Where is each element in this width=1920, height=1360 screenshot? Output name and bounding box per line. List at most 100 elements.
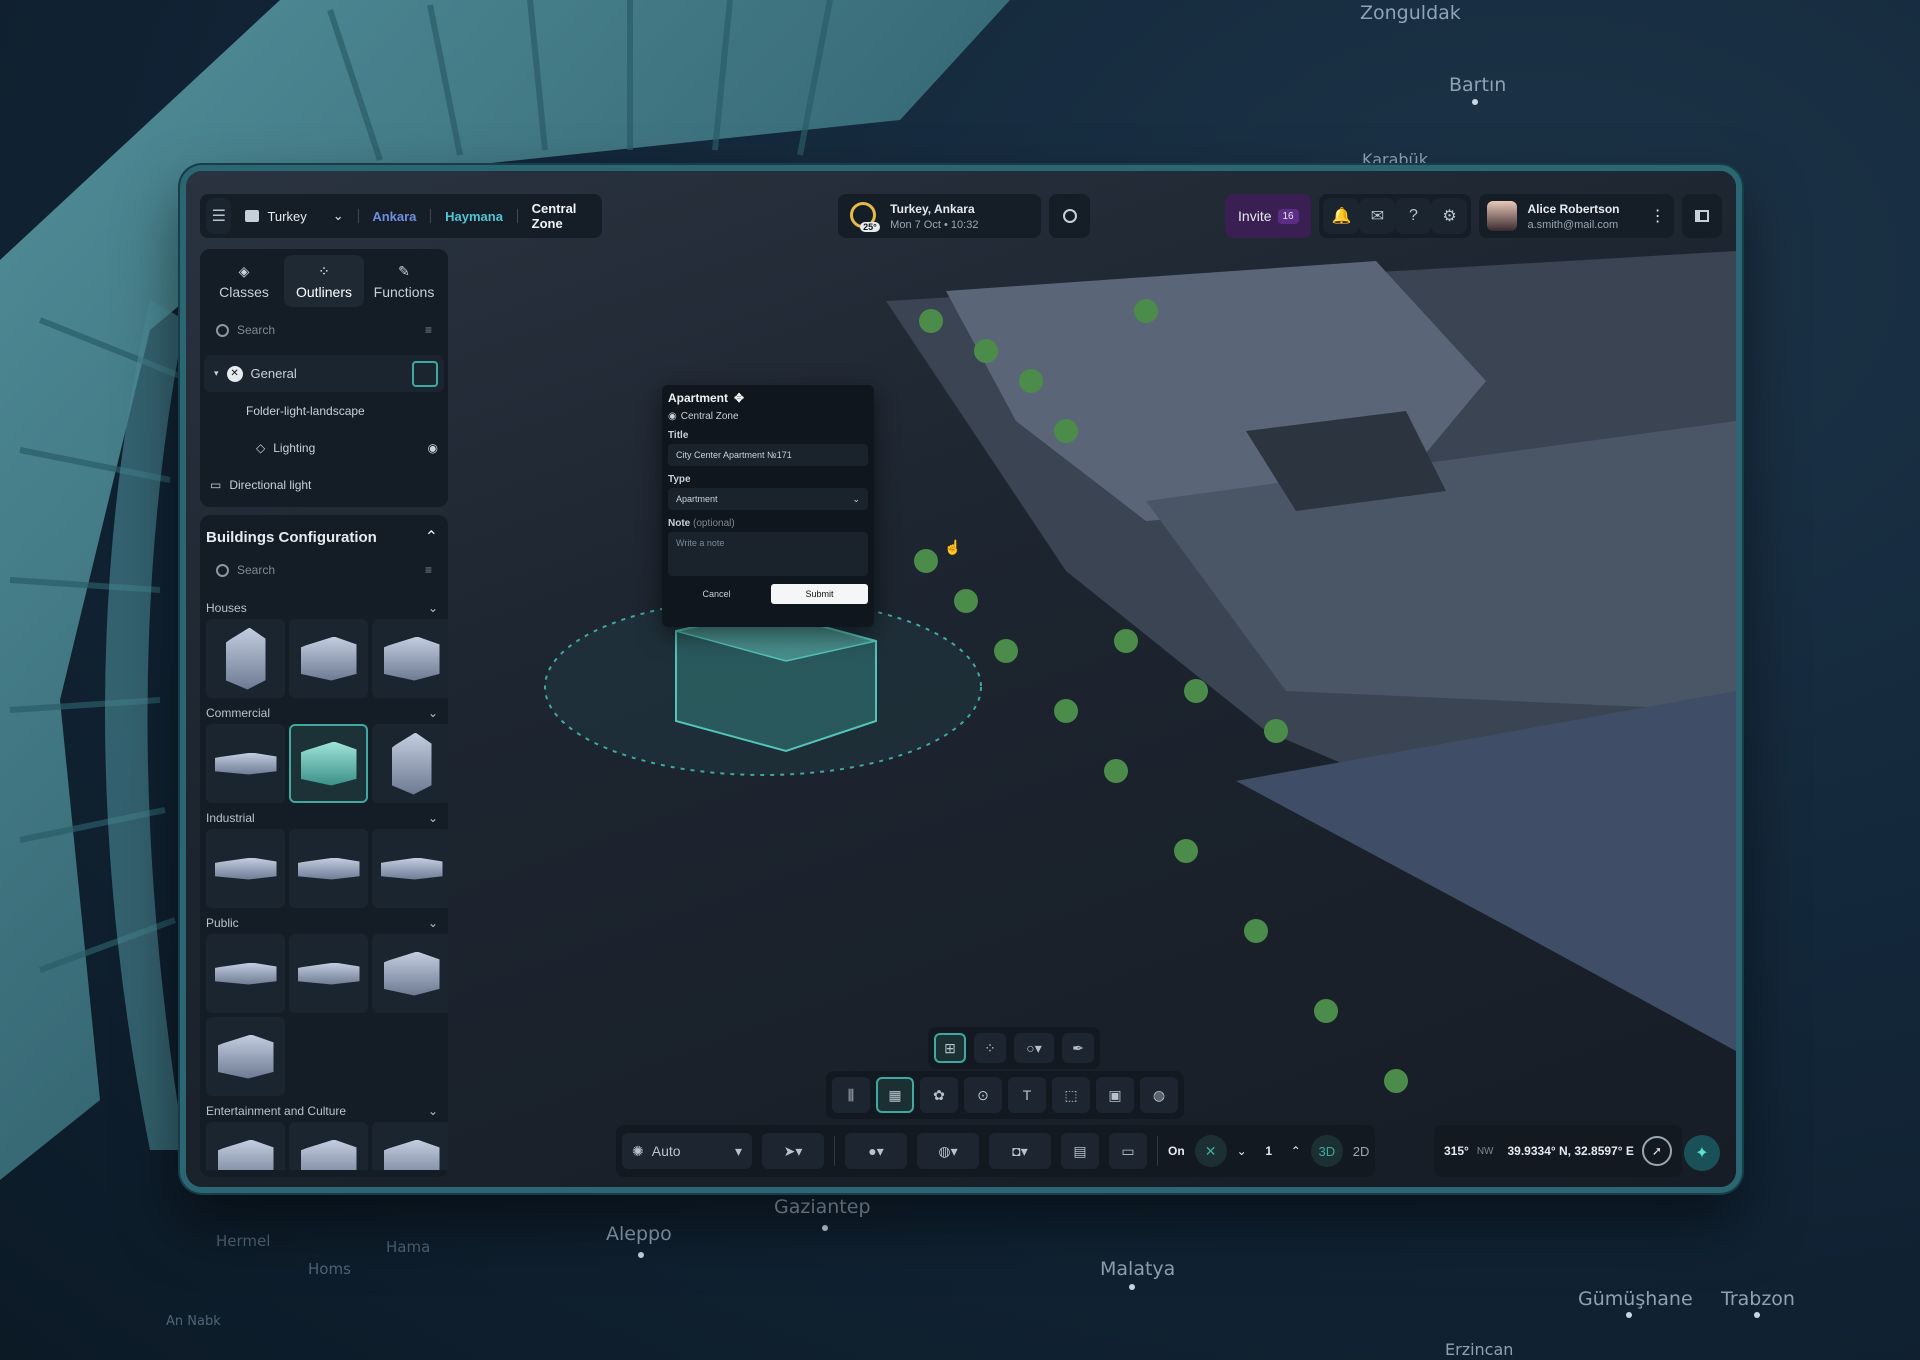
building-thumbnail-selected[interactable]	[289, 724, 368, 803]
comment-icon: ▭	[1121, 1142, 1135, 1159]
search-input[interactable]: Search	[237, 563, 417, 577]
eye-icon[interactable]: ◉	[428, 441, 438, 455]
tree-item-directional-light[interactable]: ▭ Directional light	[200, 466, 448, 503]
grid-view-button[interactable]: ⁘	[974, 1033, 1006, 1063]
tree-item-folder[interactable]: Folder-light-landscape	[200, 392, 448, 429]
breadcrumb-zone[interactable]: Central Zone	[524, 201, 596, 231]
temperature-badge: 25°	[860, 222, 880, 232]
buildings-search[interactable]: Search ≡	[208, 553, 440, 587]
building-thumbnail[interactable]	[206, 1122, 285, 1170]
location-tool-button[interactable]: ●▾	[845, 1133, 907, 1169]
chevron-up-icon[interactable]: ⌃	[425, 527, 438, 547]
building-thumbnail[interactable]	[206, 724, 285, 803]
building-thumbnail[interactable]	[206, 619, 285, 698]
panel-toggle-button[interactable]	[1681, 194, 1722, 238]
category-commercial[interactable]: Commercial ⌄	[200, 700, 448, 722]
search-input[interactable]: Search	[237, 323, 417, 337]
close-circle-icon[interactable]: ✕	[226, 365, 243, 382]
category-entertainment[interactable]: Entertainment and Culture ⌄	[200, 1098, 448, 1120]
ai-assistant-button[interactable]: ✦	[1684, 1135, 1720, 1171]
building-thumbnail[interactable]	[372, 1122, 448, 1170]
chevron-down-icon[interactable]: ⌄	[1237, 1144, 1247, 1158]
tab-outliners[interactable]: ⁘ Outliners	[284, 255, 364, 307]
weather-time: 10:32	[950, 218, 979, 231]
tab-classes[interactable]: ◈ Classes	[204, 255, 284, 307]
weather-widget[interactable]: 25° Turkey, Ankara Mon 7 Oct • 10:32	[838, 194, 1042, 238]
user-email: a.smith@mail.com	[1527, 218, 1619, 231]
panel-icon[interactable]	[412, 360, 438, 387]
shape-select-button[interactable]: ○▾	[1014, 1033, 1054, 1063]
building-thumbnail[interactable]	[372, 619, 448, 698]
filter-icon[interactable]: ≡	[425, 563, 432, 577]
comment-button[interactable]: ▭	[1109, 1133, 1147, 1169]
compass-icon[interactable]: ➚	[1641, 1136, 1672, 1166]
level-value: 1	[1265, 1144, 1273, 1158]
country-label: Turkey	[267, 208, 307, 224]
outliner-search[interactable]: Search ≡	[208, 313, 440, 347]
building-thumbnail[interactable]	[372, 934, 448, 1013]
chevron-up-icon[interactable]: ⌃	[1291, 1144, 1301, 1158]
category-industrial[interactable]: Industrial ⌄	[200, 805, 448, 827]
pointer-tool-button[interactable]: ➤▾	[762, 1133, 824, 1169]
plus-square-icon: ⊞	[944, 1039, 956, 1056]
map-layer-button[interactable]: ▤	[1061, 1133, 1099, 1169]
cancel-button[interactable]: Cancel	[668, 584, 765, 604]
breadcrumb-district[interactable]: Haymana	[437, 209, 511, 224]
camera-tool-button[interactable]: ◘▾	[989, 1133, 1051, 1169]
help-button[interactable]: ?	[1395, 198, 1432, 234]
building-image	[214, 962, 277, 985]
title-input[interactable]: City Center Apartment №171	[668, 444, 868, 466]
building-thumbnail[interactable]	[289, 829, 368, 908]
settings-button[interactable]: ⚙	[1431, 198, 1468, 234]
category-public[interactable]: Public ⌄	[200, 910, 448, 932]
tab-functions[interactable]: ✎ Functions	[364, 255, 444, 307]
mode-label: Auto	[651, 1143, 681, 1159]
transform-button[interactable]: ⬚	[1052, 1077, 1090, 1113]
tree-label: Folder-light-landscape	[246, 403, 365, 418]
user-menu[interactable]: Alice Robertson a.smith@mail.com ⋮	[1479, 194, 1674, 238]
building-thumbnail[interactable]	[372, 829, 448, 908]
notifications-button[interactable]: 🔔	[1323, 198, 1360, 234]
globe-tool-button[interactable]: ◍▾	[917, 1133, 979, 1169]
category-houses[interactable]: Houses ⌄	[200, 595, 448, 617]
focus-button[interactable]: ▣	[1096, 1077, 1134, 1113]
breadcrumb-city[interactable]: Ankara	[364, 209, 424, 224]
view-3d-button[interactable]: 3D	[1310, 1135, 1343, 1167]
type-select[interactable]: Apartment ⌄	[668, 488, 868, 510]
filter-icon[interactable]: ≡	[425, 323, 432, 337]
tree-item-general[interactable]: ▾ ✕ General	[204, 355, 444, 392]
move-icon[interactable]: ✥	[734, 391, 744, 405]
building-thumbnail[interactable]	[289, 934, 368, 1013]
building-thumbnail[interactable]	[206, 934, 285, 1013]
search-button[interactable]	[1049, 194, 1090, 238]
tab-label: Outliners	[295, 283, 353, 300]
city-dot	[1129, 1284, 1135, 1290]
note-textarea[interactable]: Write a note	[668, 532, 868, 576]
city-dot	[1472, 99, 1478, 105]
tree-item-lighting[interactable]: ◇ Lighting ◉	[200, 429, 448, 466]
more-vertical-icon[interactable]: ⋮	[1650, 206, 1666, 226]
building-thumbnail[interactable]	[206, 1017, 285, 1096]
country-selector[interactable]: Turkey ⌄	[237, 208, 351, 224]
building-thumbnail[interactable]	[289, 1122, 368, 1170]
messages-button[interactable]: ✉	[1359, 198, 1396, 234]
submit-button[interactable]: Submit	[771, 584, 868, 604]
levels-button[interactable]: ⫼	[832, 1077, 870, 1113]
user-pin-button[interactable]: ◍	[1140, 1077, 1178, 1113]
note-placeholder: Write a note	[676, 538, 725, 548]
text-button[interactable]: T	[1008, 1077, 1046, 1113]
building-thumbnail[interactable]	[206, 829, 285, 908]
menu-button[interactable]: ☰	[206, 198, 232, 234]
add-building-button[interactable]: ⊞	[934, 1033, 966, 1063]
mode-select[interactable]: ✺ Auto ▾	[622, 1133, 752, 1169]
plant-button[interactable]: ✿	[920, 1077, 958, 1113]
draw-tool-button[interactable]: ✒	[1062, 1033, 1094, 1063]
city-dot	[822, 1225, 828, 1231]
building-thumbnail[interactable]	[372, 724, 448, 803]
marker-button[interactable]: ⊙	[964, 1077, 1002, 1113]
view-2d-button[interactable]: 2D	[1353, 1144, 1370, 1159]
building-button[interactable]: ▦	[876, 1077, 914, 1113]
building-thumbnail[interactable]	[289, 619, 368, 698]
tools-toggle-button[interactable]: ✕	[1194, 1135, 1227, 1167]
invite-button[interactable]: Invite 16	[1225, 194, 1312, 238]
